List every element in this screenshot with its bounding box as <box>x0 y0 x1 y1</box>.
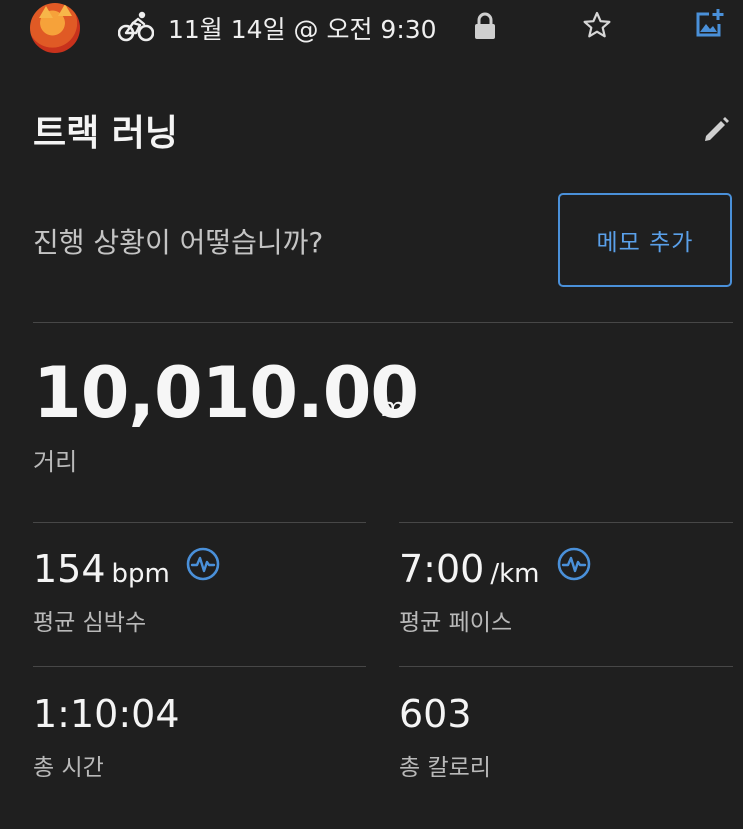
avatar[interactable] <box>30 3 80 53</box>
avg-pace-label: 평균 페이스 <box>399 610 513 636</box>
distance-value: 10,010.00 <box>33 352 419 434</box>
total-calories-value: 603 <box>399 692 472 736</box>
divider <box>33 666 366 667</box>
avg-heart-rate-label: 평균 심박수 <box>33 610 147 636</box>
total-calories-label: 총 칼로리 <box>399 755 491 781</box>
add-image-icon[interactable] <box>694 8 724 38</box>
lock-icon[interactable] <box>472 12 498 40</box>
avg-heart-rate-value: 154 bpm <box>33 547 170 591</box>
pencil-icon[interactable] <box>700 114 732 146</box>
activity-title: 트랙 러닝 <box>33 113 179 154</box>
total-time-value: 1:10:04 <box>33 692 180 736</box>
divider <box>33 522 366 523</box>
pace-chart-icon[interactable] <box>557 547 591 581</box>
add-memo-button[interactable]: 메모 추가 <box>558 193 732 287</box>
avg-heart-rate-number: 154 <box>33 547 106 591</box>
divider <box>33 322 733 323</box>
cycling-icon <box>118 11 154 42</box>
divider <box>399 522 733 523</box>
avg-pace-unit: /km <box>490 559 540 589</box>
progress-prompt: 진행 상황이 어떻습니까? <box>33 226 324 259</box>
star-icon[interactable] <box>583 11 611 39</box>
avatar-ear <box>58 4 72 16</box>
avg-pace-number: 7:00 <box>399 547 485 591</box>
distance-label: 거리 <box>33 448 78 476</box>
heart-rate-icon[interactable] <box>186 547 220 581</box>
top-bar: 11월 14일 @ 오전 9:30 <box>0 0 743 56</box>
activity-date: 11월 14일 @ 오전 9:30 <box>168 15 437 44</box>
divider <box>399 666 733 667</box>
avg-pace-value: 7:00/km <box>399 547 540 591</box>
distance-unit: m <box>380 393 406 423</box>
total-time-label: 총 시간 <box>33 755 104 781</box>
avatar-ear <box>39 6 53 18</box>
avg-heart-rate-unit: bpm <box>111 559 170 589</box>
